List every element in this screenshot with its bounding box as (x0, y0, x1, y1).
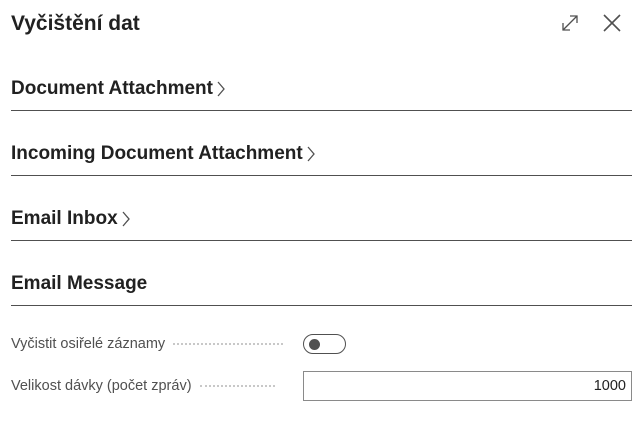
field-orphans: Vyčistit osiřelé záznamy (11, 329, 632, 359)
orphans-toggle[interactable] (303, 334, 346, 354)
batch-size-input[interactable] (303, 371, 632, 401)
field-batch-size: Velikost dávky (počet zpráv) (11, 371, 632, 401)
batch-size-label: Velikost dávky (počet zpráv) (11, 378, 192, 394)
section-header-email-message[interactable]: Email Message (11, 273, 147, 295)
section-label: Email Message (11, 273, 148, 294)
label-leader-dots (173, 343, 284, 345)
header-actions (559, 12, 623, 34)
chevron-right-icon (217, 81, 225, 97)
section-header-document-attachment[interactable]: Document Attachment (11, 78, 226, 100)
dialog-title: Vyčištění dat (11, 12, 140, 35)
chevron-right-icon (307, 146, 315, 162)
label-leader-dots (199, 385, 275, 387)
section-label: Email Inbox (11, 208, 118, 229)
expand-icon[interactable] (559, 12, 581, 34)
section-label: Incoming Document Attachment (11, 143, 303, 164)
section-document-attachment: Document Attachment (11, 78, 632, 111)
section-email-inbox: Email Inbox (11, 208, 632, 241)
section-header-email-inbox[interactable]: Email Inbox (11, 208, 131, 230)
toggle-knob (309, 338, 320, 350)
section-header-incoming-document-attachment[interactable]: Incoming Document Attachment (11, 143, 316, 165)
chevron-right-icon (122, 211, 130, 227)
orphans-label: Vyčistit osiřelé záznamy (11, 336, 166, 352)
close-icon[interactable] (601, 12, 623, 34)
section-email-message: Email Message (11, 273, 632, 306)
section-label: Document Attachment (11, 78, 213, 99)
section-incoming-document-attachment: Incoming Document Attachment (11, 143, 632, 176)
